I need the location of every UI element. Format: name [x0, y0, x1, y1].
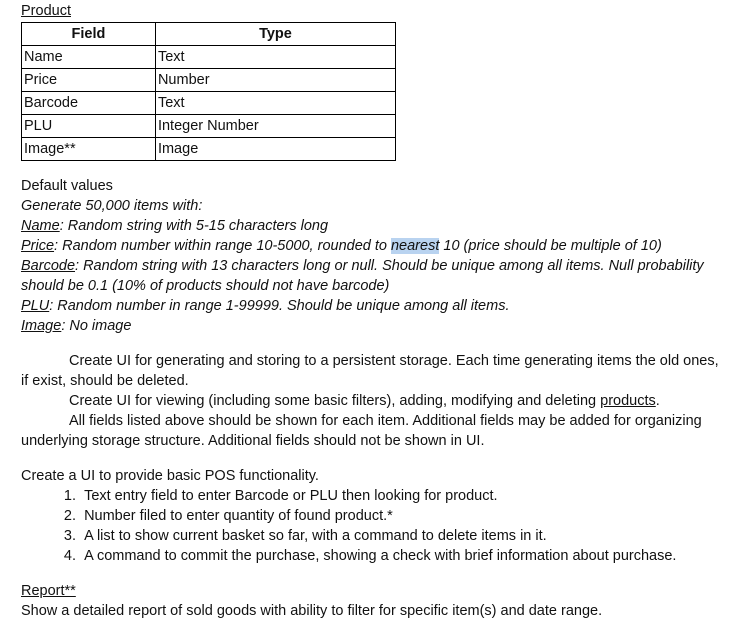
default-values-heading: Default values — [21, 178, 113, 194]
barcode-default-line: Barcode: Random string with 13 character… — [21, 256, 704, 276]
ui-paragraph-1-line-2: if exist, should be deleted. — [21, 373, 189, 389]
barcode-text-2: should be 0.1 (10% of products should no… — [21, 278, 390, 294]
image-label: Image — [21, 318, 62, 334]
field-cell: Barcode — [21, 91, 156, 115]
column-header-field: Field — [21, 22, 156, 46]
product-heading: Product — [21, 3, 71, 19]
report-heading: Report** — [21, 583, 76, 599]
list-number: 3. — [63, 528, 76, 544]
ui-paragraph-1-text: Create UI for generating and storing to … — [69, 353, 719, 369]
field-cell: Name — [21, 45, 156, 69]
pos-intro: Create a UI to provide basic POS functio… — [21, 468, 319, 484]
generate-line: Generate 50,000 items with: — [21, 198, 203, 214]
list-item: 3. A list to show current basket so far,… — [21, 526, 676, 546]
price-default-line: Price: Random number within range 10-500… — [21, 236, 662, 256]
ui-paragraph-2-text: Create UI for viewing (including some ba… — [69, 393, 601, 409]
table-row: Image** Image — [21, 137, 397, 161]
list-item-text: A list to show current basket so far, wi… — [84, 528, 547, 544]
column-header-type: Type — [154, 22, 397, 46]
list-number: 1. — [63, 488, 76, 504]
type-cell: Number — [154, 68, 397, 92]
name-text: : Random string with 5-15 characters lon… — [59, 218, 329, 234]
barcode-text-1: : Random string with 13 characters long … — [75, 258, 704, 274]
product-schema-table: Field Type Name Text Price Number Barcod… — [21, 22, 397, 161]
name-default-line: Name: Random string with 5-15 characters… — [21, 216, 328, 236]
image-default-line: Image: No image — [21, 316, 131, 336]
ui-paragraph-3-line-2: underlying storage structure. Additional… — [21, 433, 485, 449]
ui-paragraph-2-end: . — [655, 393, 660, 409]
ui-paragraph-3-line-1: All fields listed above should be shown … — [21, 411, 702, 431]
barcode-label: Barcode — [21, 258, 76, 274]
pos-requirements-list: 1. Text entry field to enter Barcode or … — [21, 486, 677, 566]
list-item: 1. Text entry field to enter Barcode or … — [21, 486, 676, 506]
name-label: Name — [21, 218, 60, 234]
ui-paragraph-2: Create UI for viewing (including some ba… — [21, 391, 660, 411]
image-text: : No image — [61, 318, 132, 334]
list-item: 2. Number filed to enter quantity of fou… — [21, 506, 676, 526]
field-cell: PLU — [21, 114, 156, 138]
type-cell: Integer Number — [154, 114, 397, 138]
type-cell: Text — [154, 91, 397, 115]
list-item-text: Text entry field to enter Barcode or PLU… — [84, 488, 498, 504]
type-cell: Text — [154, 45, 397, 69]
plu-default-line: PLU: Random number in range 1-99999. Sho… — [21, 296, 509, 316]
table-row: Name Text — [21, 45, 397, 69]
list-item-text: Number filed to enter quantity of found … — [84, 508, 393, 524]
price-label: Price — [21, 238, 55, 254]
price-text-a: : Random number within range 10-5000, ro… — [54, 238, 391, 254]
table-row: Barcode Text — [21, 91, 397, 115]
list-item-text: A command to commit the purchase, showin… — [84, 548, 677, 564]
list-item: 4. A command to commit the purchase, sho… — [21, 546, 677, 566]
table-header-row: Field Type — [21, 22, 397, 46]
list-number: 4. — [63, 548, 76, 564]
field-cell: Price — [21, 68, 156, 92]
products-link[interactable]: products — [600, 393, 656, 409]
price-text-b: 10 (price should be multiple of 10) — [439, 238, 662, 254]
table-row: Price Number — [21, 68, 397, 92]
selected-text-highlight[interactable]: nearest — [390, 238, 440, 254]
field-cell: Image** — [21, 137, 156, 161]
list-number: 2. — [63, 508, 76, 524]
ui-paragraph-3-text: All fields listed above should be shown … — [69, 413, 702, 429]
type-cell: Image — [154, 137, 397, 161]
report-text: Show a detailed report of sold goods wit… — [21, 603, 603, 619]
plu-text: : Random number in range 1-99999. Should… — [49, 298, 510, 314]
ui-paragraph-1-line-1: Create UI for generating and storing to … — [21, 351, 719, 371]
table-row: PLU Integer Number — [21, 114, 397, 138]
plu-label: PLU — [21, 298, 50, 314]
